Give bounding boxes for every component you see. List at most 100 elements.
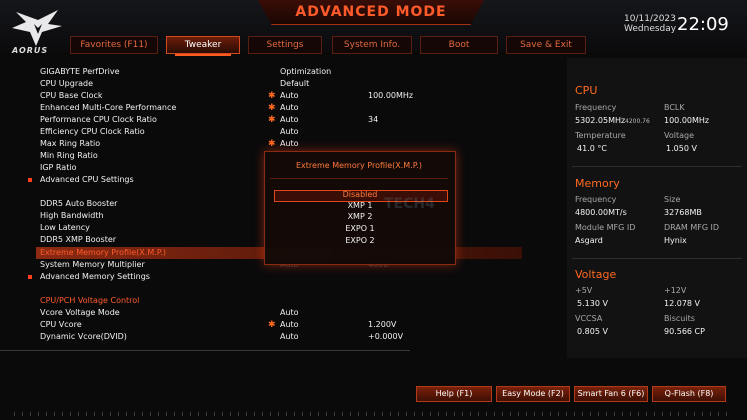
setting-value: Auto xyxy=(280,332,299,341)
setting-label: Advanced CPU Settings xyxy=(40,175,134,184)
tab-save-exit[interactable]: Save & Exit xyxy=(506,36,586,54)
plus12v-label: +12V xyxy=(664,286,687,295)
popup-divider xyxy=(270,178,448,179)
divider xyxy=(0,350,410,351)
setting-row-perfdrive[interactable]: GIGABYTE PerfDrive Optimization xyxy=(0,66,560,78)
tab-system-info[interactable]: System Info. xyxy=(332,36,412,54)
setting-label: CPU Upgrade xyxy=(40,79,94,88)
setting-row-perf-ratio[interactable]: Performance CPU Clock Ratio ✱ Auto 34 xyxy=(0,114,560,126)
setting-value: Auto xyxy=(280,127,299,136)
setting-label: Extreme Memory Profile(X.M.P.) xyxy=(40,248,167,257)
setting-row-cpu-vcore[interactable]: CPU Vcore ✱ Auto 1.200V xyxy=(0,319,560,331)
setting-value: Optimization xyxy=(280,67,332,76)
setting-row-vcore-mode[interactable]: Vcore Voltage Mode Auto xyxy=(0,307,560,319)
setting-value: Auto xyxy=(280,320,299,329)
cpu-frequency-label: Frequency xyxy=(575,103,617,112)
tab-favorites[interactable]: Favorites (F11) xyxy=(70,36,158,54)
setting-row-eff-ratio[interactable]: Efficiency CPU Clock Ratio Auto xyxy=(0,126,560,138)
setting-value: Default xyxy=(280,79,310,88)
clock: 22:09 xyxy=(677,14,729,35)
popup-option-expo2[interactable]: EXPO 2 xyxy=(274,236,446,246)
setting-label: Dynamic Vcore(DVID) xyxy=(40,332,127,341)
setting-current-value: 1.200V xyxy=(368,320,397,329)
date-value: 10/11/2023 xyxy=(624,14,676,24)
cpu-temperature-value: 41.0 °C xyxy=(577,144,607,153)
popup-option-xmp1[interactable]: XMP 1 xyxy=(274,201,446,211)
modified-star-icon: ✱ xyxy=(268,320,276,330)
biscuits-value: 90.566 CP xyxy=(664,327,705,336)
panel-separator xyxy=(572,166,742,167)
setting-row-advanced-memory[interactable]: Advanced Memory Settings xyxy=(0,271,560,283)
memory-frequency-label: Frequency xyxy=(575,195,617,204)
setting-label: IGP Ratio xyxy=(40,163,77,172)
setting-value: Auto xyxy=(280,91,299,100)
setting-label: Min Ring Ratio xyxy=(40,151,98,160)
popup-title: Extreme Memory Profile(X.M.P.) xyxy=(295,161,422,170)
voltage-heading: Voltage xyxy=(575,268,617,281)
memory-frequency-value: 4800.00MT/s xyxy=(575,208,627,217)
memory-heading: Memory xyxy=(575,177,620,190)
setting-value: Auto xyxy=(280,103,299,112)
setting-label: Max Ring Ratio xyxy=(40,139,101,148)
popup-option-disabled[interactable]: Disabled xyxy=(274,190,446,200)
page-title: ADVANCED MODE xyxy=(295,4,447,20)
setting-label: Vcore Voltage Mode xyxy=(40,308,120,317)
modified-star-icon: ✱ xyxy=(268,91,276,101)
setting-label: System Memory Multiplier xyxy=(40,260,145,269)
submenu-bullet-icon xyxy=(28,275,32,279)
vccsa-label: VCCSA xyxy=(575,314,603,323)
setting-value: Auto xyxy=(280,139,299,148)
plus5v-label: +5V xyxy=(575,286,593,295)
setting-row-dvid[interactable]: Dynamic Vcore(DVID) Auto +0.000V xyxy=(0,331,560,343)
setting-label: GIGABYTE PerfDrive xyxy=(40,67,120,76)
setting-row-multicore[interactable]: Enhanced Multi-Core Performance ✱ Auto xyxy=(0,102,560,114)
tab-tweaker[interactable]: Tweaker xyxy=(166,36,240,56)
help-button[interactable]: Help (F1) xyxy=(416,386,492,402)
setting-value: Auto xyxy=(280,308,299,317)
setting-current-value: +0.000V xyxy=(368,332,404,341)
popup-option-xmp2[interactable]: XMP 2 xyxy=(274,212,446,222)
setting-label: Advanced Memory Settings xyxy=(40,272,150,281)
tab-boot[interactable]: Boot xyxy=(420,36,498,54)
modified-star-icon: ✱ xyxy=(268,103,276,113)
setting-label: CPU Base Clock xyxy=(40,91,103,100)
plus12v-value: 12.078 V xyxy=(664,299,701,308)
setting-label: Enhanced Multi-Core Performance xyxy=(40,103,177,112)
date-display: 10/11/2023 Wednesday xyxy=(624,14,676,34)
setting-row-cpu-upgrade[interactable]: CPU Upgrade Default xyxy=(0,78,560,90)
setting-label: DDR5 Auto Booster xyxy=(40,199,118,208)
tab-settings[interactable]: Settings xyxy=(248,36,322,54)
cpu-bclk-label: BCLK xyxy=(664,103,685,112)
setting-label: Low Latency xyxy=(40,223,90,232)
memory-size-label: Size xyxy=(664,195,681,204)
section-title: CPU/PCH Voltage Control xyxy=(40,296,140,305)
submenu-bullet-icon xyxy=(28,178,32,182)
setting-row-cpu-base-clock[interactable]: CPU Base Clock ✱ Auto 100.00MHz xyxy=(0,90,560,102)
cpu-voltage-label: Voltage xyxy=(664,131,695,140)
vccsa-value: 0.805 V xyxy=(577,327,608,336)
cpu-voltage-value: 1.050 V xyxy=(666,144,697,153)
modified-star-icon: ✱ xyxy=(268,139,276,149)
cpu-temperature-label: Temperature xyxy=(575,131,626,140)
qflash-button[interactable]: Q-Flash (F8) xyxy=(652,386,726,402)
setting-label: CPU Vcore xyxy=(40,320,82,329)
popup-option-expo1[interactable]: EXPO 1 xyxy=(274,224,446,234)
setting-label: Efficiency CPU Clock Ratio xyxy=(40,127,145,136)
cpu-bclk-value: 100.00MHz xyxy=(664,116,710,125)
cpu-frequency-value: 5302.05MHz xyxy=(575,116,626,125)
easy-mode-button[interactable]: Easy Mode (F2) xyxy=(496,386,570,402)
cpu-heading: CPU xyxy=(575,84,598,97)
smart-fan-button[interactable]: Smart Fan 6 (F6) xyxy=(574,386,648,402)
setting-value: Auto xyxy=(280,115,299,124)
modified-star-icon: ✱ xyxy=(268,115,276,125)
dram-mfg-value: Hynix xyxy=(664,236,687,245)
memory-size-value: 32768MB xyxy=(664,208,702,217)
panel-separator xyxy=(572,258,742,259)
setting-label: DDR5 XMP Booster xyxy=(40,235,117,244)
module-mfg-label: Module MFG ID xyxy=(575,223,636,232)
setting-current-value: 100.00MHz xyxy=(368,91,414,100)
section-header-voltage: CPU/PCH Voltage Control xyxy=(0,295,560,307)
weekday-value: Wednesday xyxy=(624,24,677,34)
module-mfg-value: Asgard xyxy=(575,236,603,245)
setting-row-max-ring[interactable]: Max Ring Ratio ✱ Auto xyxy=(0,138,560,150)
